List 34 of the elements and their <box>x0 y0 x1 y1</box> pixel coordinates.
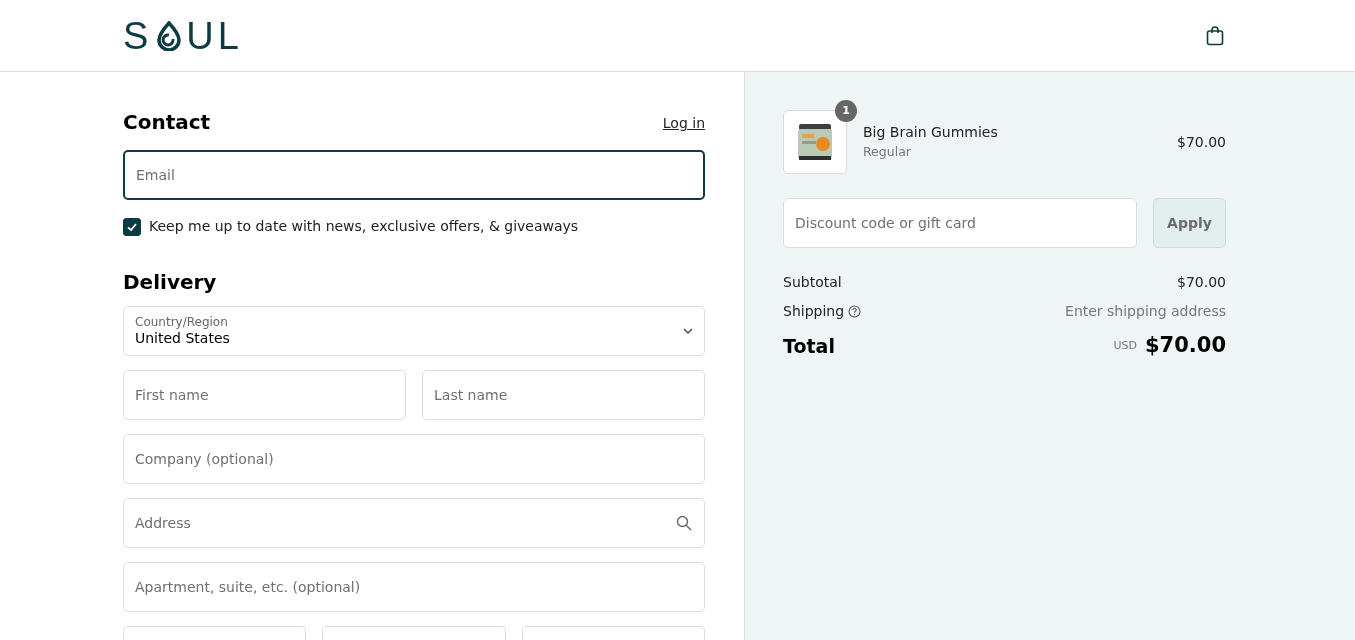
total-value: $70.00 <box>1144 332 1226 359</box>
product-price: $70.00 <box>1177 132 1226 152</box>
summary-label: Subtotal <box>783 273 842 292</box>
chevron-down-icon <box>683 328 693 334</box>
shipping-value: Enter shipping address <box>1065 302 1226 321</box>
email-field[interactable]: Email <box>123 150 705 200</box>
drop-icon <box>156 20 183 51</box>
section-heading: Delivery <box>123 270 218 294</box>
address-field[interactable]: Address <box>123 498 705 548</box>
help-icon[interactable] <box>848 305 862 318</box>
input-field[interactable] <box>123 626 307 640</box>
quantity-badge: 1 <box>835 100 857 122</box>
input-field[interactable]: Company (optional) <box>123 434 705 484</box>
checkbox-label: Keep me up to date with news, exclusive offers, & giveaways <box>149 217 579 236</box>
subtotal-value: $70.00 <box>1177 273 1226 292</box>
search-icon <box>676 515 692 531</box>
input-field[interactable] <box>521 626 705 640</box>
input-field[interactable] <box>322 626 506 640</box>
currency-code: USD <box>1113 337 1137 354</box>
apply-button[interactable]: Apply <box>1153 198 1226 248</box>
input-field[interactable]: Apartment, suite, etc. (optional) <box>123 562 705 612</box>
total-label: Total <box>783 333 835 359</box>
input-field[interactable]: First name <box>123 370 406 420</box>
shopping-bag-icon[interactable] <box>1206 25 1224 46</box>
input-field[interactable]: Last name <box>422 370 705 420</box>
country-select[interactable]: Country/Region United States <box>123 306 705 356</box>
product-name: Big Brain Gummies <box>863 123 999 143</box>
discount-field[interactable]: Discount code or gift card <box>783 198 1137 248</box>
section-heading: Contact <box>123 110 211 134</box>
summary-label: Shipping <box>783 302 845 321</box>
product-variant: Regular <box>863 143 912 162</box>
login-link[interactable]: Log in <box>662 113 705 134</box>
logo[interactable]: S UL <box>123 16 243 55</box>
checkbox[interactable] <box>123 217 141 236</box>
